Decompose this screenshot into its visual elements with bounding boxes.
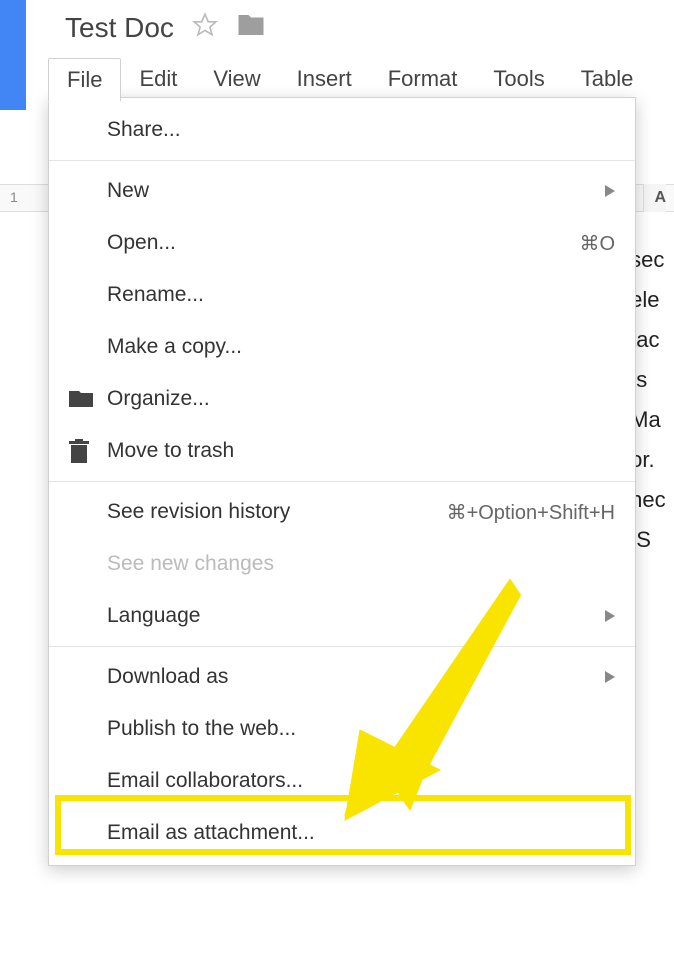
ruler-right-label: A [643, 184, 666, 212]
menu-publish-label: Publish to the web... [107, 717, 615, 741]
submenu-arrow-icon [605, 665, 615, 689]
menu-rename-label: Rename... [107, 283, 615, 307]
menu-email-attach-label: Email as attachment... [107, 821, 615, 845]
menu-separator [49, 646, 635, 647]
menu-new[interactable]: New [49, 165, 635, 217]
menu-edit[interactable]: Edit [121, 58, 195, 102]
menu-publish-to-web[interactable]: Publish to the web... [49, 703, 635, 755]
menu-make-copy[interactable]: Make a copy... [49, 321, 635, 373]
menu-new-changes-label: See new changes [107, 552, 615, 576]
menu-move-to-trash[interactable]: Move to trash [49, 425, 635, 477]
folder-icon[interactable] [236, 10, 266, 45]
menu-tools[interactable]: Tools [475, 58, 562, 102]
folder-solid-icon [69, 389, 107, 409]
menu-revision-shortcut: ⌘+Option+Shift+H [447, 500, 615, 525]
menu-organize[interactable]: Organize... [49, 373, 635, 425]
submenu-arrow-icon [605, 604, 615, 628]
menu-language-label: Language [107, 604, 595, 628]
menu-download-label: Download as [107, 665, 595, 689]
menu-email-attachment[interactable]: Email as attachment... [49, 807, 635, 859]
menu-separator [49, 481, 635, 482]
ruler-mark: 1 [10, 189, 18, 205]
menu-email-collaborators[interactable]: Email collaborators... [49, 755, 635, 807]
menu-open[interactable]: Open... ⌘O [49, 217, 635, 269]
menu-download-as[interactable]: Download as [49, 651, 635, 703]
menu-trash-label: Move to trash [107, 439, 615, 463]
menu-share-label: Share... [107, 118, 615, 142]
menu-language[interactable]: Language [49, 590, 635, 642]
menu-organize-label: Organize... [107, 387, 615, 411]
star-icon[interactable] [192, 12, 218, 43]
file-menu-dropdown: Share... New Open... ⌘O Rename... Make a… [48, 97, 636, 866]
document-title[interactable]: Test Doc [65, 12, 174, 44]
menu-rename[interactable]: Rename... [49, 269, 635, 321]
menu-see-new-changes: See new changes [49, 538, 635, 590]
menu-make-copy-label: Make a copy... [107, 335, 615, 359]
menu-separator [49, 160, 635, 161]
menu-open-label: Open... [107, 231, 579, 255]
trash-icon [69, 439, 107, 463]
menu-table[interactable]: Table [563, 58, 652, 102]
menu-format[interactable]: Format [370, 58, 476, 102]
menu-share[interactable]: Share... [49, 104, 635, 156]
menu-email-collab-label: Email collaborators... [107, 769, 615, 793]
menu-new-label: New [107, 179, 595, 203]
menu-open-shortcut: ⌘O [579, 231, 615, 256]
app-sidebar-strip [0, 0, 26, 110]
menu-file[interactable]: File [48, 58, 121, 102]
menu-revision-label: See revision history [107, 500, 447, 524]
menu-insert[interactable]: Insert [279, 58, 370, 102]
submenu-arrow-icon [605, 179, 615, 203]
menu-bar: File Edit View Insert Format Tools Table [48, 58, 651, 102]
menu-revision-history[interactable]: See revision history ⌘+Option+Shift+H [49, 486, 635, 538]
menu-view[interactable]: View [195, 58, 278, 102]
